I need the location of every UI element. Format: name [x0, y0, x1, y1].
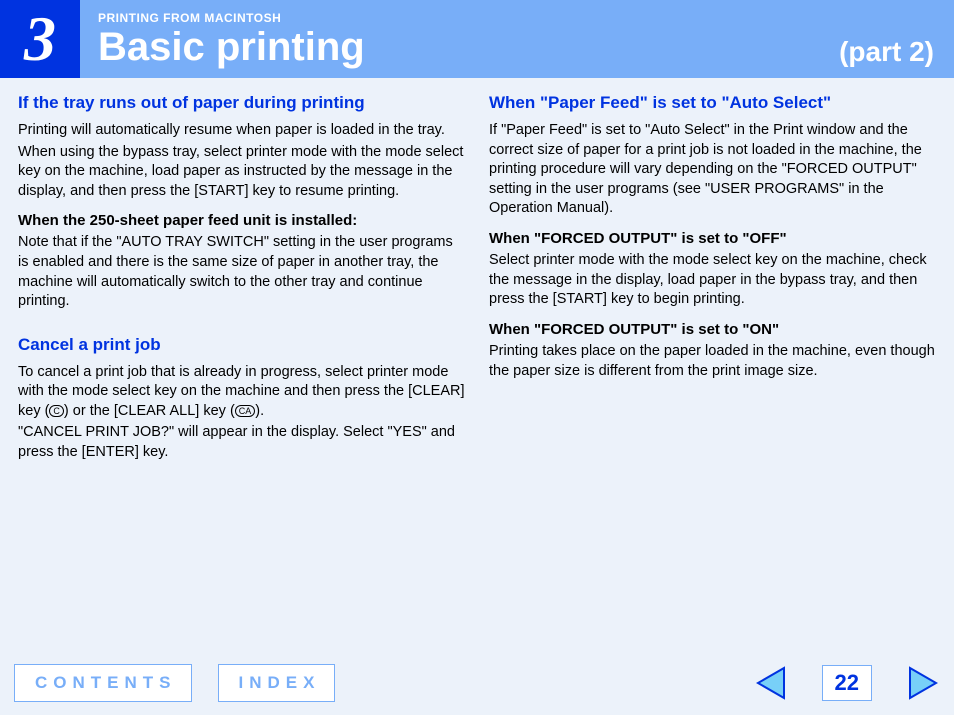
prev-page-button[interactable] — [754, 666, 788, 700]
body-text: To cancel a print job that is already in… — [18, 363, 465, 422]
content-area: If the tray runs out of paper during pri… — [0, 78, 954, 464]
body-text-fragment: ). — [255, 403, 264, 419]
index-button[interactable]: INDEX — [218, 664, 336, 702]
subheading-250-sheet: When the 250-sheet paper feed unit is in… — [18, 211, 465, 231]
arrow-left-icon — [754, 666, 788, 700]
body-text: Printing takes place on the paper loaded… — [489, 342, 936, 381]
body-text: Select printer mode with the mode select… — [489, 251, 936, 310]
body-text-fragment: ) or the [CLEAR ALL] key ( — [64, 403, 235, 419]
left-column: If the tray runs out of paper during pri… — [18, 92, 465, 464]
page-title: Basic printing — [98, 27, 839, 67]
heading-auto-select: When "Paper Feed" is set to "Auto Select… — [489, 92, 936, 115]
body-text: Note that if the "AUTO TRAY SWITCH" sett… — [18, 233, 465, 311]
body-text: If "Paper Feed" is set to "Auto Select" … — [489, 121, 936, 219]
page-header: 3 PRINTING FROM MACINTOSH Basic printing… — [0, 0, 954, 78]
clear-key-icon: C — [49, 405, 64, 417]
part-label: (part 2) — [839, 0, 954, 78]
next-page-button[interactable] — [906, 666, 940, 700]
heading-tray-empty: If the tray runs out of paper during pri… — [18, 92, 465, 115]
body-text: Printing will automatically resume when … — [18, 121, 465, 141]
subheading-forced-off: When "FORCED OUTPUT" is set to "OFF" — [489, 229, 936, 249]
chapter-number: 3 — [0, 0, 80, 78]
body-text: "CANCEL PRINT JOB?" will appear in the d… — [18, 423, 465, 462]
right-column: When "Paper Feed" is set to "Auto Select… — [489, 92, 936, 464]
body-text: When using the bypass tray, select print… — [18, 143, 465, 202]
footer-nav: CONTENTS INDEX 22 — [0, 651, 954, 715]
header-titles: PRINTING FROM MACINTOSH Basic printing — [80, 0, 839, 78]
heading-cancel-job: Cancel a print job — [18, 334, 465, 357]
page-number: 22 — [822, 665, 872, 701]
contents-button[interactable]: CONTENTS — [14, 664, 192, 702]
breadcrumb: PRINTING FROM MACINTOSH — [98, 11, 839, 25]
subheading-forced-on: When "FORCED OUTPUT" is set to "ON" — [489, 320, 936, 340]
clear-all-key-icon: CA — [235, 405, 256, 417]
arrow-right-icon — [906, 666, 940, 700]
